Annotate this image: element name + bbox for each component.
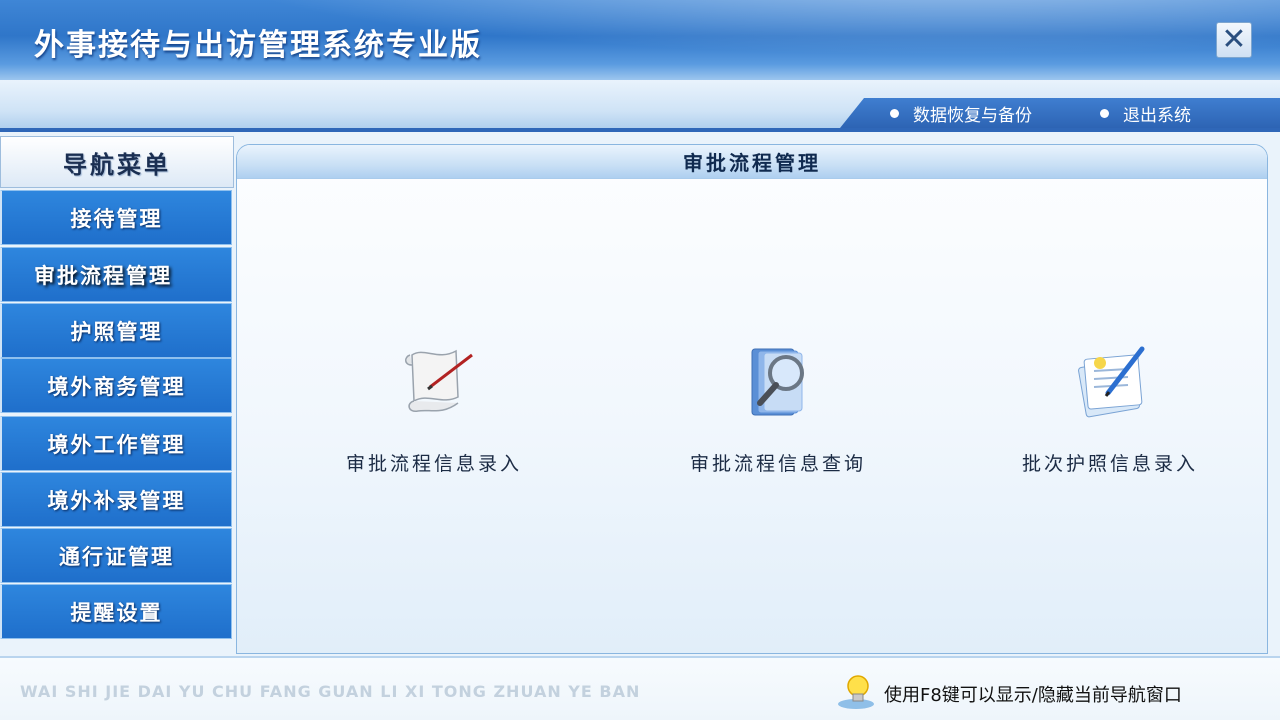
tile-label: 审批流程信息录入 [345,453,522,475]
magnifier-book-icon [738,341,818,421]
exit-system-label: 退出系统 [1123,105,1191,126]
hint-text: 使用F8键可以显示/隐藏当前导航窗口 [884,685,1182,706]
restore-backup-link[interactable]: 数据恢复与备份 [890,102,1032,126]
toolbar-divider [0,128,1280,132]
close-icon: ✕ [1221,22,1247,57]
nav-menu-header: 导航菜单 [0,136,234,188]
sidebar-item-pass-permit[interactable]: 通行证管理 [0,528,232,583]
status-footer: WAI SHI JIE DAI YU CHU FANG GUAN LI XI T… [0,656,1280,720]
title-bar: 外事接待与出访管理系统专业版 ✕ [0,0,1280,80]
nav-sidebar: 导航菜单 接待管理 审批流程管理 护照管理 境外商务管理 境外工作管理 境外补录… [0,136,234,640]
sidebar-item-passport[interactable]: 护照管理 [0,303,232,358]
sidebar-item-overseas-supplement[interactable]: 境外补录管理 [0,472,232,527]
sidebar-item-reminder-settings[interactable]: 提醒设置 [0,584,232,639]
tile-label: 审批流程信息查询 [689,453,866,475]
toolbar: 数据恢复与备份 退出系统 [0,80,1280,132]
app-title: 外事接待与出访管理系统专业版 [34,28,482,63]
panel-title: 审批流程管理 [237,145,1267,179]
tile-approval-query[interactable]: 审批流程信息查询 [643,341,903,481]
close-button[interactable]: ✕ [1216,22,1252,58]
sidebar-item-overseas-work[interactable]: 境外工作管理 [0,416,232,471]
main-panel: 审批流程管理 审批流程信息录入 审批流程信息查询 批次护照信息录入 [236,144,1268,654]
f8-hint: 使用F8键可以显示/隐藏当前导航窗口 [836,674,1182,715]
tile-approval-entry[interactable]: 审批流程信息录入 [299,341,559,481]
sidebar-item-reception[interactable]: 接待管理 [0,190,232,245]
bullet-icon [890,108,899,118]
exit-system-link[interactable]: 退出系统 [1100,102,1191,126]
footer-pinyin-text: WAI SHI JIE DAI YU CHU FANG GUAN LI XI T… [20,682,641,701]
scroll-pen-icon [394,341,474,421]
tile-batch-passport-entry[interactable]: 批次护照信息录入 [975,341,1235,481]
bullet-icon [1100,108,1109,118]
sidebar-item-overseas-business[interactable]: 境外商务管理 [0,358,232,413]
restore-backup-label: 数据恢复与备份 [913,105,1032,126]
lightbulb-icon [836,674,876,715]
sidebar-item-approval-flow[interactable]: 审批流程管理 [0,247,232,302]
notepad-pen-icon [1070,341,1150,421]
tile-label: 批次护照信息录入 [1021,453,1198,475]
